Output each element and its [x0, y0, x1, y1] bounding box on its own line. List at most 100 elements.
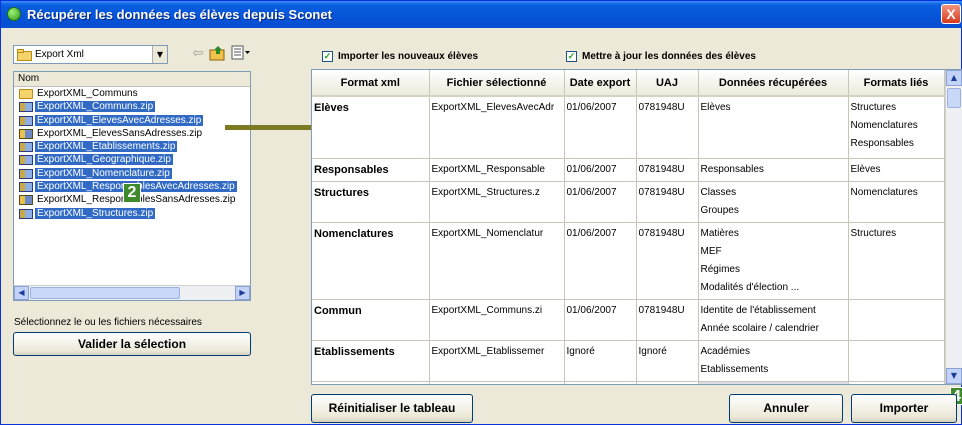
scroll-thumb[interactable]	[947, 88, 961, 108]
data-cell: Matières MEF Régimes Modalités d'élection .…	[698, 222, 849, 300]
back-arrow-icon[interactable]: ⇦	[189, 45, 207, 63]
window-title: Récupérer les données des élèves depuis …	[27, 7, 332, 22]
dialog-window: Récupérer les données des élèves depuis …	[0, 0, 962, 425]
data-cell: Identite de l'établissement Année scolair…	[698, 299, 849, 341]
data-item: Identite de l'établissement	[700, 304, 816, 316]
table-row[interactable]: Commun ExportXML_Communs.zi 01/06/2007 0781…	[312, 299, 945, 341]
table-row[interactable]: GéographiqueExportXML_GeographiquIgnoréI…	[312, 381, 945, 384]
table-row[interactable]: Elèves ExportXML_ElevesAvecAdr 01/06/2007 0…	[312, 96, 945, 159]
scroll-thumb[interactable]	[30, 287, 180, 299]
scroll-left-icon[interactable]: ◀	[14, 286, 29, 300]
table-row[interactable]: Nomenclatures ExportXML_Nomenclatur 01/06/…	[312, 222, 945, 300]
file-cell: ExportXML_Nomenclatur	[429, 222, 565, 300]
linked-format-item: Structures	[850, 227, 897, 239]
format-cell: Responsables	[312, 158, 430, 182]
update-students-label: Mettre à jour les données des élèves	[582, 51, 756, 62]
date-cell: Ignoré	[564, 381, 637, 384]
date-cell: 01/06/2007	[564, 158, 637, 182]
column-header[interactable]: Formats liés	[848, 70, 945, 97]
up-folder-icon[interactable]	[209, 45, 227, 63]
column-header[interactable]: UAJ	[636, 70, 699, 97]
data-cell: Elèves	[698, 96, 849, 159]
table-row[interactable]: Structures ExportXML_Structures.z 01/06/20…	[312, 181, 945, 223]
cancel-button[interactable]: Annuler	[729, 394, 843, 423]
file-name: ExportXML_Nomenclature.zip	[35, 167, 172, 179]
file-list-item[interactable]: ExportXML_ElevesAvecAdresses.zip	[14, 114, 250, 127]
linked-formats-cell: Structures Nomenclatures Responsables	[848, 96, 945, 159]
linked-formats-cell	[848, 299, 945, 341]
uaj-cell: 0781948U	[636, 158, 699, 182]
zip-file-icon	[19, 195, 33, 206]
file-cell: ExportXML_Etablissemer	[429, 340, 565, 382]
uaj-cell: 0781948U	[636, 299, 699, 341]
date-cell: 01/06/2007	[564, 222, 637, 300]
format-cell: Géographique	[312, 381, 430, 384]
import-button[interactable]: Importer	[851, 394, 957, 423]
validate-selection-button[interactable]: Valider la sélection	[13, 332, 251, 356]
step-marker-2: 2	[123, 183, 141, 203]
file-name: ExportXML_Communs	[37, 88, 138, 99]
zip-file-icon	[19, 182, 33, 193]
data-item: Modalités d'élection ...	[700, 281, 800, 293]
data-cell: Responsables	[698, 158, 849, 182]
folder-icon	[17, 49, 32, 61]
data-item: Classes	[700, 186, 737, 198]
data-item: Responsables	[700, 163, 764, 175]
table-row[interactable]: Etablissements ExportXML_Etablissemer Igno…	[312, 340, 945, 382]
title-bar[interactable]: Récupérer les données des élèves depuis …	[1, 1, 962, 28]
column-header-name[interactable]: Nom	[14, 72, 250, 87]
date-cell: 01/06/2007	[564, 96, 637, 159]
folder-combo[interactable]: Export Xml ▼	[13, 45, 168, 64]
data-item: Académies	[700, 345, 750, 357]
linked-formats-cell: Elèves	[848, 158, 945, 182]
zip-file-icon	[19, 155, 33, 166]
uaj-cell: 0781948U	[636, 222, 699, 300]
view-menu-icon[interactable]	[231, 45, 250, 63]
chevron-down-icon[interactable]: ▼	[152, 46, 167, 63]
folder-combo-value: Export Xml	[35, 49, 84, 60]
linked-format-item: Nomenclatures	[850, 186, 918, 198]
column-header[interactable]: Fichier sélectionné	[429, 70, 565, 97]
format-cell: Structures	[312, 181, 430, 223]
column-header[interactable]: Données récupérées	[698, 70, 849, 97]
zip-file-icon	[19, 168, 33, 179]
format-cell: Commun	[312, 299, 430, 341]
linked-formats-cell: Nomenclatures	[848, 181, 945, 223]
linked-format-item: Responsables	[850, 138, 914, 149]
format-cell: Nomenclatures	[312, 222, 430, 300]
app-icon	[7, 7, 21, 21]
data-item: Etablissements	[700, 363, 769, 375]
file-list-item[interactable]: ExportXML_Nomenclature.zip	[14, 167, 250, 180]
file-name: ExportXML_Structures.zip	[35, 207, 156, 219]
formats-table[interactable]: Format xml Fichier sélectionné Date export…	[311, 69, 962, 385]
file-cell: ExportXML_Geographiqu	[429, 381, 565, 384]
file-name: ExportXML_Etablissements.zip	[35, 141, 178, 153]
file-list-item[interactable]: ExportXML_Structures.zip	[14, 207, 250, 220]
close-button[interactable]: X	[941, 4, 961, 24]
file-list-item[interactable]: ExportXML_ElevesSansAdresses.zip	[14, 127, 250, 140]
file-list-item[interactable]: ExportXML_Communs	[14, 87, 250, 100]
data-cell: Académies Etablissements	[698, 340, 849, 382]
reset-table-button[interactable]: Réinitialiser le tableau	[311, 394, 473, 423]
format-cell: Elèves	[312, 96, 430, 159]
file-list-item[interactable]: ExportXML_Geographique.zip	[14, 153, 250, 166]
file-list-item[interactable]: ExportXML_Communs.zip	[14, 100, 250, 113]
column-header[interactable]: Format xml	[312, 70, 430, 97]
horizontal-scrollbar[interactable]: ◀ ▶	[14, 285, 250, 300]
file-cell: ExportXML_Responsable	[429, 158, 565, 182]
data-item: Régimes	[700, 263, 740, 275]
column-header[interactable]: Date export	[564, 70, 637, 97]
table-row[interactable]: Responsables ExportXML_Responsable 01/06/2…	[312, 158, 945, 182]
scroll-down-icon[interactable]: ▼	[946, 368, 962, 384]
date-cell: Ignoré	[564, 340, 637, 382]
data-item: Matières	[700, 227, 739, 239]
folder-icon	[19, 89, 33, 99]
scroll-up-icon[interactable]: ▲	[946, 70, 962, 86]
file-cell: ExportXML_ElevesAvecAdr	[429, 96, 565, 159]
vertical-scrollbar[interactable]: ▲ ▼	[945, 70, 962, 384]
zip-file-icon	[19, 102, 33, 113]
scroll-right-icon[interactable]: ▶	[235, 286, 250, 300]
linked-formats-cell	[848, 381, 945, 384]
zip-file-icon	[19, 115, 33, 126]
file-list-item[interactable]: ExportXML_Etablissements.zip	[14, 140, 250, 153]
